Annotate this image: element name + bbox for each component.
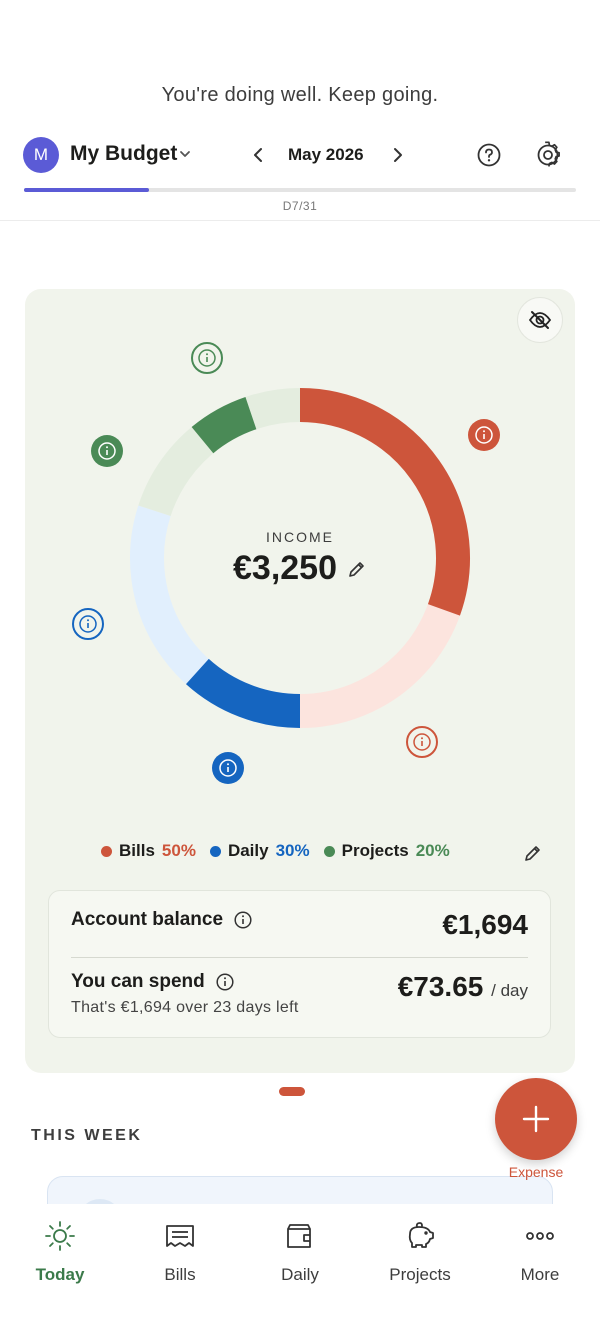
more-dots-icon bbox=[526, 1232, 554, 1240]
nav-more[interactable]: More bbox=[480, 1220, 600, 1285]
sun-icon bbox=[45, 1221, 75, 1251]
top-header: M My Budget May 2026 bbox=[0, 136, 600, 176]
this-week-heading: THIS WEEK bbox=[31, 1127, 143, 1144]
month-label: May 2026 bbox=[288, 145, 364, 164]
gear-icon[interactable] bbox=[534, 141, 562, 169]
info-icon bbox=[219, 759, 237, 777]
info-icon bbox=[475, 426, 493, 444]
budget-overview-card: INCOME €3,250 Bills 50% Daily 30% Projec… bbox=[25, 289, 575, 1073]
month-progress-fill bbox=[24, 188, 149, 192]
projects-spent-info-icon[interactable] bbox=[91, 435, 123, 467]
day-counter: D7/31 bbox=[282, 199, 318, 213]
legend-percent: 20% bbox=[415, 841, 450, 860]
legend-label: Bills bbox=[119, 841, 155, 860]
budget-selector[interactable]: My Budget bbox=[70, 142, 177, 166]
bills-spent-info-icon[interactable] bbox=[468, 419, 500, 451]
nav-label: Daily bbox=[281, 1265, 319, 1284]
bills-budget-info-icon[interactable] bbox=[406, 726, 438, 758]
bottom-navigation: Today Bills Daily Projects More bbox=[0, 1204, 600, 1333]
balance-summary-box: Account balance €1,694 You can spend Tha… bbox=[48, 890, 551, 1038]
nav-today[interactable]: Today bbox=[0, 1220, 120, 1285]
info-icon bbox=[198, 349, 216, 367]
account-balance-label: Account balance bbox=[71, 909, 224, 930]
projects-spent-segment bbox=[191, 396, 257, 454]
edit-allocation-icon[interactable] bbox=[523, 843, 543, 863]
nav-label: Projects bbox=[389, 1265, 451, 1284]
page-indicator[interactable] bbox=[279, 1087, 305, 1096]
receipt-icon bbox=[166, 1225, 194, 1247]
account-balance-value: €1,694 bbox=[442, 909, 528, 940]
motivation-banner: You're doing well. Keep going. bbox=[161, 84, 439, 106]
nav-daily[interactable]: Daily bbox=[240, 1220, 360, 1285]
nav-label: More bbox=[520, 1265, 560, 1284]
daily-spent-segment bbox=[185, 658, 301, 728]
avatar[interactable]: M bbox=[23, 137, 59, 173]
nav-label: Today bbox=[35, 1265, 85, 1284]
edit-income-icon[interactable] bbox=[347, 559, 367, 579]
info-icon bbox=[98, 442, 116, 460]
info-icon bbox=[79, 615, 97, 633]
account-balance-info-icon[interactable] bbox=[233, 910, 253, 930]
account-balance-row: Account balance €1,694 bbox=[71, 909, 528, 940]
spend-info-icon[interactable] bbox=[215, 972, 235, 992]
nav-bills[interactable]: Bills bbox=[120, 1220, 240, 1285]
nav-projects[interactable]: Projects bbox=[360, 1220, 480, 1285]
next-month-button[interactable] bbox=[386, 144, 408, 166]
chevron-down-icon[interactable] bbox=[178, 144, 192, 164]
legend-percent: 30% bbox=[275, 841, 310, 860]
legend-label: Daily bbox=[227, 841, 269, 860]
bills-color-dot bbox=[101, 845, 112, 857]
income-value: €3,250 bbox=[233, 549, 337, 587]
plus-icon bbox=[522, 1105, 550, 1133]
legend-item-daily: Daily 30% bbox=[209, 841, 310, 861]
per-day-unit: / day bbox=[491, 981, 528, 1000]
add-expense-label: Expense bbox=[508, 1164, 564, 1180]
legend-label: Projects bbox=[341, 841, 409, 860]
spend-per-day-value: €73.65 bbox=[397, 971, 484, 1002]
previous-month-button[interactable] bbox=[248, 144, 270, 166]
legend-item-projects: Projects 20% bbox=[323, 841, 450, 861]
daily-budget-info-icon[interactable] bbox=[72, 608, 104, 640]
info-icon bbox=[413, 733, 431, 751]
spend-label: You can spend bbox=[71, 971, 205, 992]
month-progress-bar bbox=[24, 188, 576, 192]
projects-color-dot bbox=[323, 845, 335, 857]
help-icon[interactable] bbox=[476, 142, 502, 168]
balance-divider bbox=[71, 957, 528, 958]
daily-color-dot bbox=[209, 845, 221, 857]
legend-item-bills: Bills 50% bbox=[101, 841, 196, 861]
legend-percent: 50% bbox=[161, 841, 196, 860]
income-summary: INCOME €3,250 bbox=[200, 529, 400, 588]
allocation-legend: Bills 50% Daily 30% Projects 20% bbox=[25, 841, 575, 865]
piggy-bank-icon bbox=[408, 1222, 434, 1248]
nav-label: Bills bbox=[164, 1265, 196, 1284]
add-expense-button[interactable] bbox=[495, 1078, 577, 1160]
spend-row: You can spend That's €1,694 over 23 days… bbox=[71, 971, 528, 1017]
daily-spent-info-icon[interactable] bbox=[212, 752, 244, 784]
projects-budget-info-icon[interactable] bbox=[191, 342, 223, 374]
wallet-icon bbox=[287, 1224, 311, 1248]
header-divider bbox=[0, 220, 600, 221]
income-label: INCOME bbox=[266, 529, 334, 545]
